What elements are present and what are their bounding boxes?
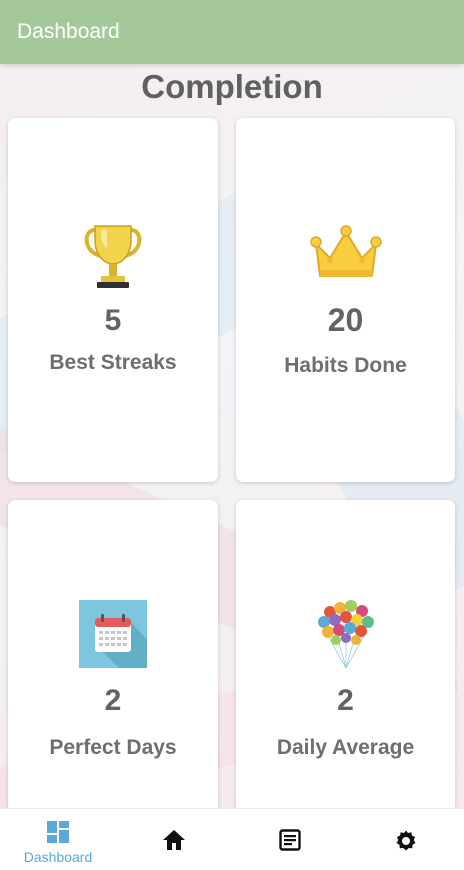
- daily-average-value: 2: [337, 684, 354, 717]
- nav-item-notes[interactable]: [232, 809, 348, 870]
- bottom-navigation: Dashboard: [0, 808, 464, 870]
- stat-card-daily-average[interactable]: 2 Daily Average: [236, 500, 455, 820]
- best-streaks-value: 5: [104, 304, 122, 337]
- habits-done-label: Habits Done: [284, 354, 407, 377]
- dashboard-icon: [47, 821, 69, 848]
- perfect-days-label: Perfect Days: [49, 736, 177, 759]
- crown-icon: [309, 224, 382, 287]
- app-bar-title: Dashboard: [17, 20, 120, 43]
- home-icon: [162, 829, 186, 856]
- balloons-icon: [316, 600, 376, 675]
- nav-item-home[interactable]: [116, 809, 232, 870]
- habits-done-value: 20: [327, 302, 364, 338]
- calendar-icon: [79, 600, 147, 673]
- app-bar: Dashboard: [0, 0, 464, 64]
- nav-label-dashboard: Dashboard: [23, 849, 93, 865]
- notes-icon: [279, 829, 301, 856]
- best-streaks-label: Best Streaks: [49, 351, 177, 374]
- nav-item-settings[interactable]: [348, 809, 464, 870]
- trophy-icon: [83, 222, 143, 297]
- perfect-days-value: 2: [104, 684, 122, 717]
- nav-item-dashboard[interactable]: Dashboard: [0, 809, 116, 870]
- page-title: Completion: [141, 68, 323, 105]
- daily-average-label: Daily Average: [276, 736, 415, 759]
- stat-card-best-streaks[interactable]: 5 Best Streaks: [8, 118, 218, 482]
- gear-icon: [394, 829, 418, 858]
- stat-card-perfect-days[interactable]: 2 Perfect Days: [8, 500, 218, 820]
- stat-card-habits-done[interactable]: 20 Habits Done: [236, 118, 455, 482]
